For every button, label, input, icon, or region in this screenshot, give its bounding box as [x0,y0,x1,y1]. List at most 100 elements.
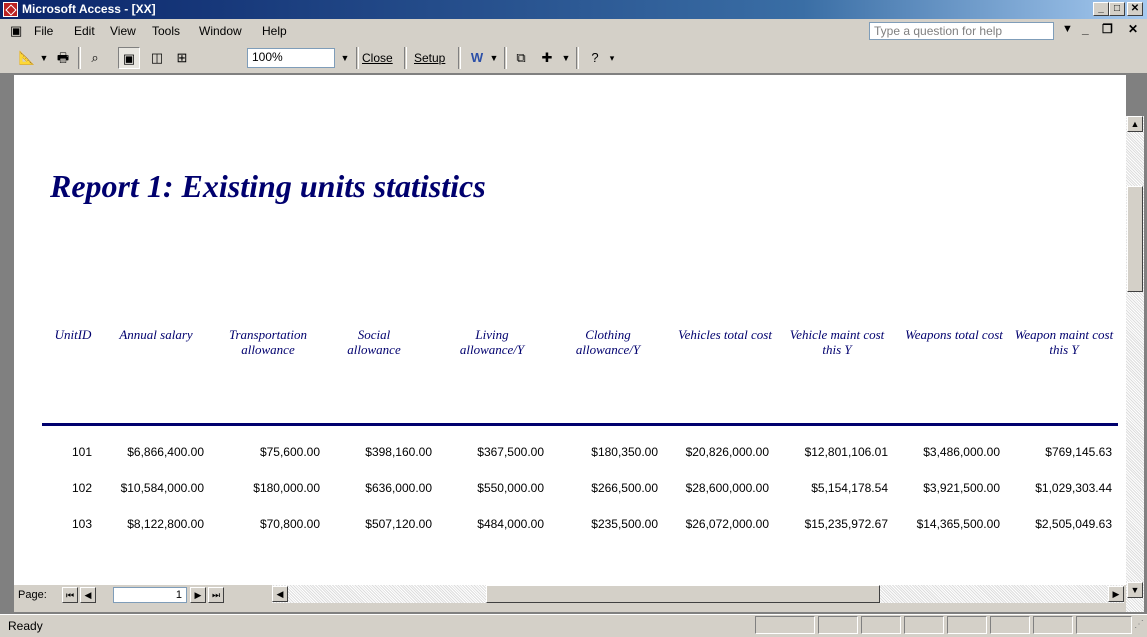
cell-clothing: $180,350.00 [591,445,658,459]
toolbar-separator [504,47,507,69]
scroll-up-icon[interactable]: ▲ [1127,116,1143,132]
help-question-input[interactable]: Type a question for help [869,22,1054,40]
cell-unitid: 101 [71,445,92,459]
menu-view[interactable]: View [110,24,136,38]
status-panel [818,616,858,634]
mdi-close-button[interactable]: ✕ [1128,22,1138,36]
cell-unitid: 103 [71,517,92,531]
cell-transportation: $180,000.00 [253,481,320,495]
cell-social: $507,120.00 [365,517,432,531]
header-unitid: UnitID [54,327,92,342]
header-transportation-allowance: Transportation allowance [228,327,308,357]
menu-window[interactable]: Window [199,24,242,38]
page-label: Page: [18,589,47,601]
cell-transportation: $70,800.00 [259,517,320,531]
status-panel [1076,616,1132,634]
cell-vehicles-total: $26,072,000.00 [685,517,769,531]
cell-vehicle-maint: $5,154,178.54 [811,481,888,495]
view-dropdown-icon[interactable]: ▼ [38,47,50,69]
cell-annual-salary: $6,866,400.00 [127,445,204,459]
new-object-dropdown-icon[interactable]: ▼ [560,47,572,69]
cell-living: $367,500.00 [477,445,544,459]
status-panel [755,616,815,634]
resize-grip-icon[interactable]: ⋰ [1134,619,1144,630]
two-pages-icon[interactable]: ◫ [146,47,168,69]
new-object-icon[interactable]: ✚ [536,47,558,69]
page-number-input[interactable]: 1 [113,587,187,603]
help-dropdown-arrow-icon[interactable]: ▼ [1062,23,1073,35]
status-panel [1033,616,1073,634]
cell-social: $636,000.00 [365,481,432,495]
header-clothing-allowance: Clothing allowance/Y [575,327,641,357]
header-weapon-maint-cost: Weapon maint cost this Y [1014,327,1114,357]
header-living-allowance: Living allowance/Y [459,327,525,357]
close-window-button[interactable]: ✕ [1127,2,1143,16]
menu-edit[interactable]: Edit [74,24,95,38]
header-social-allowance: Social allowance [347,327,401,357]
status-text: Ready [8,619,43,633]
last-page-icon[interactable]: ⏭ [208,587,224,603]
zoom-dropdown-icon[interactable]: ▼ [338,47,352,69]
cell-weapon-maint: $769,145.63 [1045,445,1112,459]
title-bar: Microsoft Access - [XX] _ □ ✕ [0,0,1147,19]
next-page-icon[interactable]: ▶ [190,587,206,603]
zoom-select[interactable]: 100% [247,48,335,68]
report-title: Report 1: Existing units statistics [50,168,486,204]
toolbar-separator [404,47,407,69]
cell-vehicle-maint: $15,235,972.67 [804,517,888,531]
cell-vehicles-total: $28,600,000.00 [685,481,769,495]
cell-transportation: $75,600.00 [259,445,320,459]
window-title: Microsoft Access - [XX] [22,2,156,16]
menu-file[interactable]: File [34,24,53,38]
toolbar-separator [356,47,359,69]
zoom-icon[interactable]: ⌕ [84,47,106,69]
report-doc-icon[interactable]: ▣ [10,23,22,39]
cell-living: $550,000.00 [477,481,544,495]
status-panel [990,616,1030,634]
first-page-icon[interactable]: ⏮ [62,587,78,603]
previous-page-icon[interactable]: ◀ [80,587,96,603]
word-export-dropdown-icon[interactable]: ▼ [488,47,500,69]
mdi-minimize-button[interactable]: _ [1082,22,1089,36]
database-window-icon[interactable]: ⧉ [510,47,532,69]
horizontal-scroll-thumb[interactable] [486,585,880,603]
scroll-right-icon[interactable]: ▶ [1108,586,1124,602]
cell-living: $484,000.00 [477,517,544,531]
toolbar-separator [78,47,81,69]
minimize-button[interactable]: _ [1093,2,1109,16]
header-vehicle-maint-cost: Vehicle maint cost this Y [789,327,885,357]
mdi-restore-button[interactable]: ❐ [1102,22,1113,36]
access-app-icon[interactable] [3,2,18,17]
cell-annual-salary: $8,122,800.00 [127,517,204,531]
help-icon[interactable]: ? [584,47,606,69]
header-annual-salary: Annual salary [119,327,193,342]
page-setup-button[interactable]: Setup [414,51,445,65]
cell-unitid: 102 [71,481,92,495]
scroll-left-icon[interactable]: ◀ [272,586,288,602]
cell-weapons-total: $3,921,500.00 [923,481,1000,495]
close-preview-button[interactable]: Close [362,51,393,65]
cell-weapon-maint: $1,029,303.44 [1035,481,1112,495]
word-export-icon[interactable]: W [466,47,488,69]
toolbar-separator [576,47,579,69]
toolbar-options-icon[interactable]: ▾ [606,47,618,69]
cell-vehicles-total: $20,826,000.00 [685,445,769,459]
cell-vehicle-maint: $12,801,106.01 [804,445,888,459]
multiple-pages-icon[interactable]: ⊞ [171,47,193,69]
status-panel [904,616,944,634]
scroll-down-icon[interactable]: ▼ [1127,582,1143,598]
cell-clothing: $235,500.00 [591,517,658,531]
maximize-button[interactable]: □ [1109,2,1125,16]
status-panel [861,616,901,634]
one-page-icon[interactable]: ▣ [118,47,140,69]
print-icon[interactable]: 🖶 [52,47,74,69]
toolbar-separator [458,47,461,69]
cell-weapon-maint: $2,505,049.63 [1035,517,1112,531]
cell-clothing: $266,500.00 [591,481,658,495]
cell-weapons-total: $3,486,000.00 [923,445,1000,459]
vertical-scroll-thumb[interactable] [1127,186,1143,292]
view-icon[interactable]: 📐 [16,47,38,69]
header-weapons-total-cost: Weapons total cost [905,327,1003,342]
menu-help[interactable]: Help [262,24,287,38]
menu-tools[interactable]: Tools [152,24,180,38]
